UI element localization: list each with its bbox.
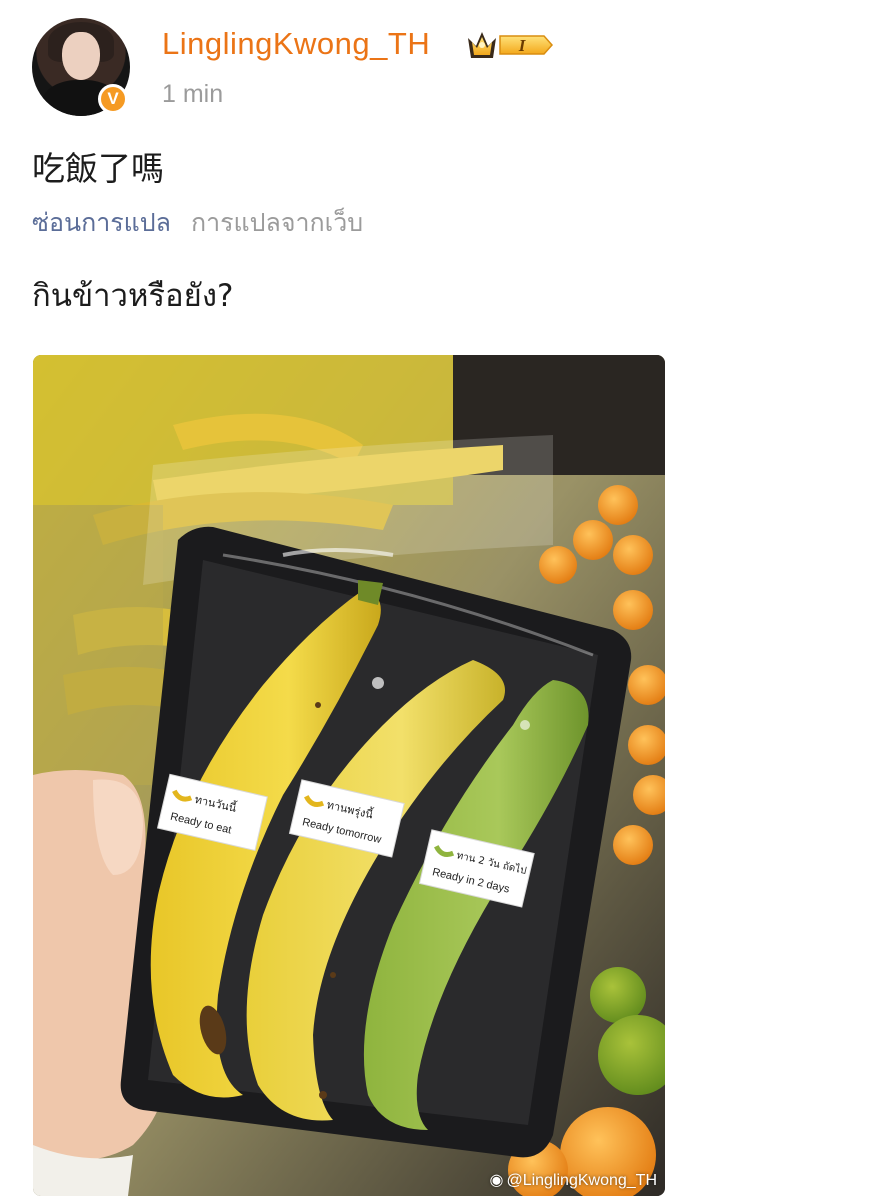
membership-crown-icon[interactable]: I	[464, 28, 554, 62]
translation-row: ซ่อนการแปล การแปลจากเว็บ	[32, 203, 363, 243]
username[interactable]: LinglingKwong_TH	[162, 26, 430, 62]
banana-pack-photo: ทานวันนี้ Ready to eat ทานพรุ่งนี้ Ready…	[33, 355, 665, 1196]
post-time: 1 min	[162, 80, 224, 108]
watermark: ◉ @LinglingKwong_TH	[489, 1172, 657, 1189]
weibo-icon: ◉	[489, 1172, 504, 1189]
post-photo[interactable]: ทานวันนี้ Ready to eat ทานพรุ่งนี้ Ready…	[33, 355, 665, 1196]
hide-translation-link[interactable]: ซ่อนการแปล	[32, 208, 171, 237]
post-header: V LinglingKwong_TH I 1 min	[32, 18, 852, 118]
translated-text: กินข้าวหรือยัง?	[32, 278, 234, 314]
translation-source-label: การแปลจากเว็บ	[190, 208, 364, 237]
verified-badge-icon: V	[98, 84, 128, 114]
post-text: 吃飯了嗎	[32, 149, 164, 188]
